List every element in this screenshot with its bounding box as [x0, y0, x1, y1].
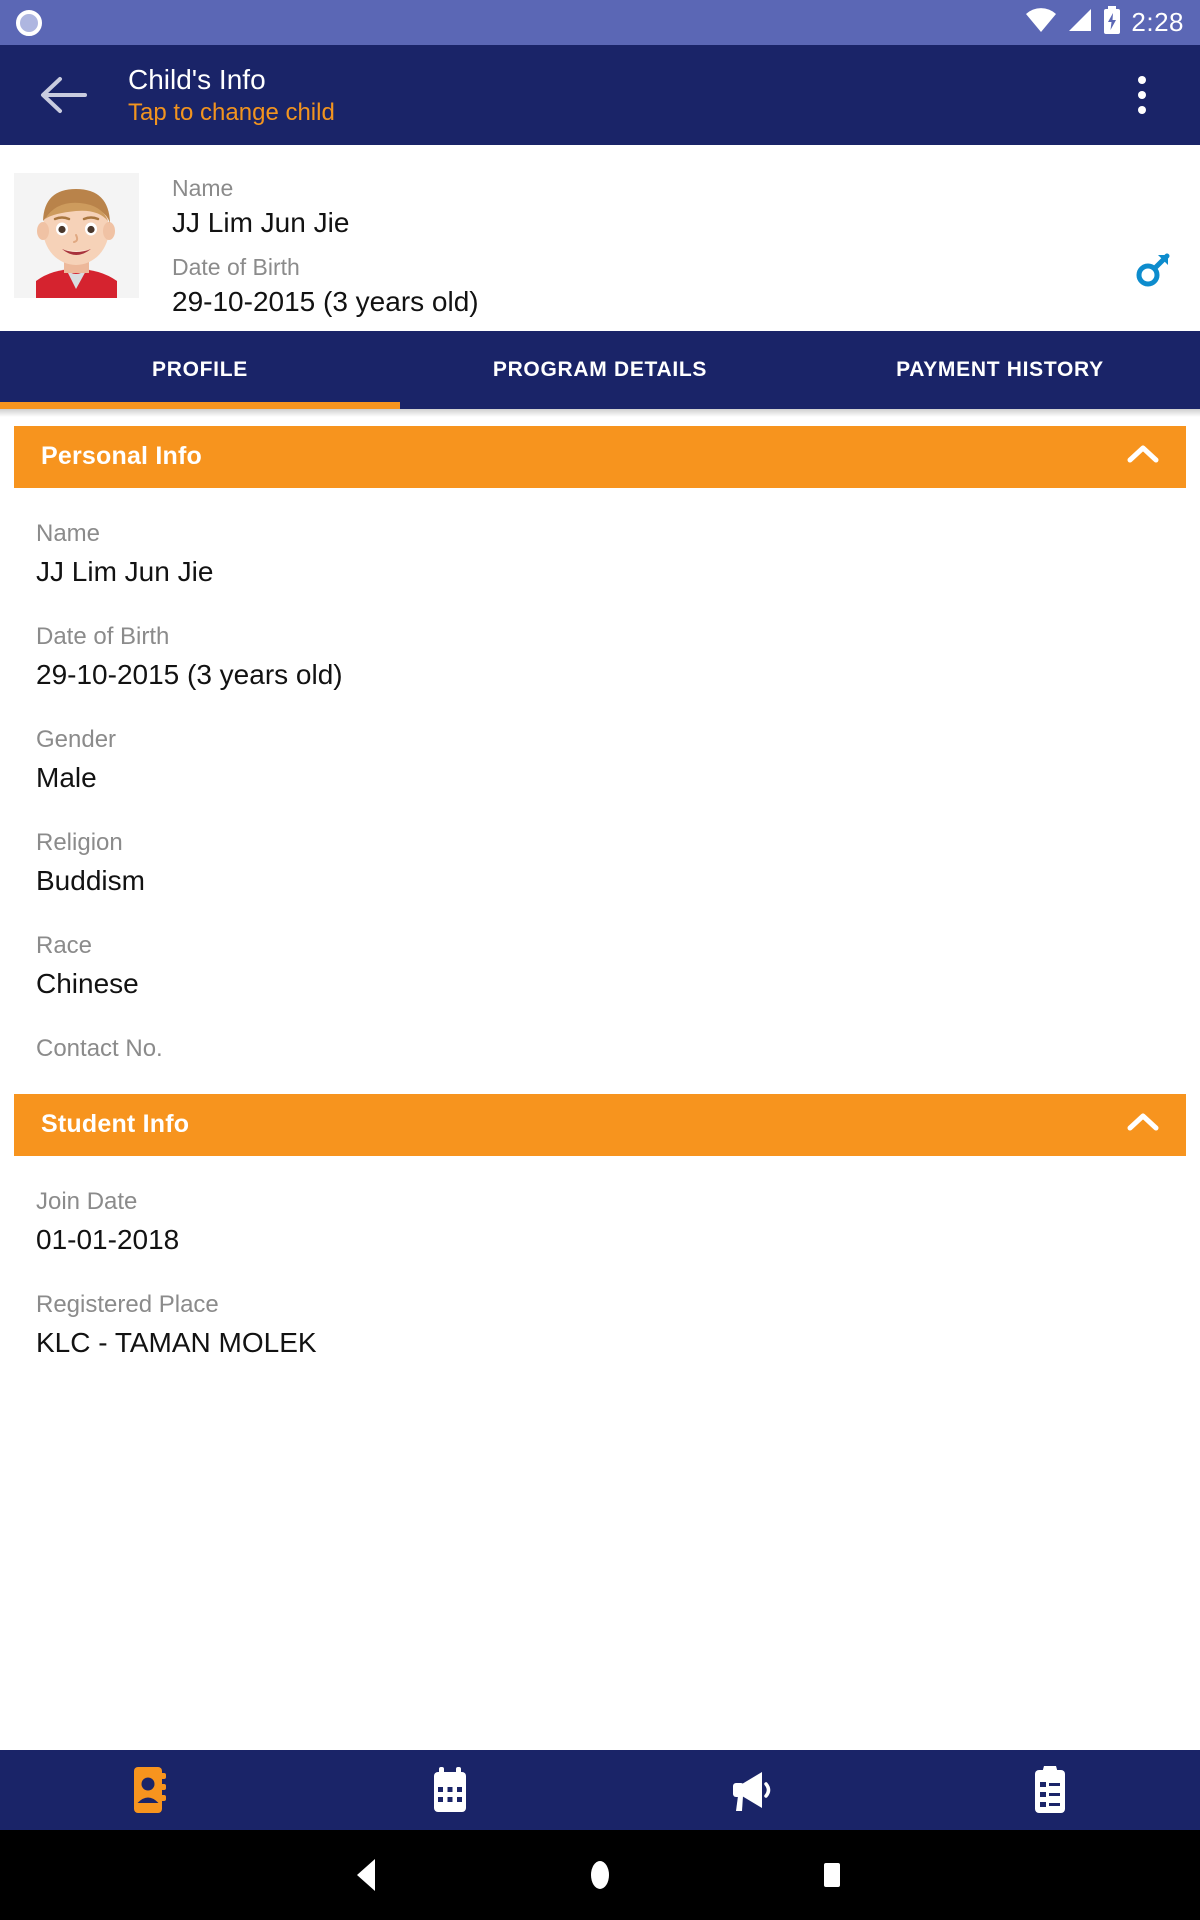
megaphone-icon — [733, 1772, 771, 1811]
field-label: Registered Place — [36, 1290, 219, 1318]
battery-charging-icon — [1103, 6, 1121, 39]
app-bar: Child's Info Tap to change child — [0, 45, 1200, 145]
tab-profile[interactable]: PROFILE — [0, 331, 400, 409]
bottom-nav-item-calendar[interactable] — [300, 1750, 600, 1830]
clipboard-icon — [1035, 1766, 1065, 1813]
android-recents-button[interactable] — [802, 1845, 862, 1905]
tab-bar: PROFILE PROGRAM DETAILS PAYMENT HISTORY — [0, 330, 1200, 409]
cell-signal-icon — [1067, 7, 1093, 38]
field-date-of-birth: Date of Birth 29-10-2015 (3 years old) — [36, 621, 1200, 694]
section-header-personal-info[interactable]: Personal Info — [14, 425, 1186, 488]
field-label: Religion — [36, 828, 123, 856]
field-value: 29-10-2015 (3 years old) — [36, 658, 343, 690]
android-system-nav-bar — [0, 1830, 1200, 1920]
child-summary-card[interactable]: Name JJ Lim Jun Jie Date of Birth 29-10-… — [0, 145, 1200, 331]
field-label: Date of Birth — [36, 622, 170, 650]
tab-program-details[interactable]: PROGRAM DETAILS — [400, 331, 800, 409]
circle-notification-icon — [16, 9, 42, 36]
field-contact-no: Contact No. — [36, 1033, 1200, 1064]
field-value: Buddism — [36, 864, 145, 896]
field-religion: Religion Buddism — [36, 827, 1200, 900]
status-bar: 2:28 — [0, 0, 1200, 45]
overflow-menu-button[interactable] — [1114, 60, 1170, 130]
android-back-icon — [357, 1859, 375, 1891]
personal-info-fields: Name JJ Lim Jun Jie Date of Birth 29-10-… — [0, 488, 1200, 1064]
section-title: Student Info — [41, 1110, 190, 1139]
chevron-up-icon[interactable] — [1126, 1111, 1160, 1138]
status-bar-clock: 2:28 — [1131, 7, 1184, 37]
wifi-icon — [1025, 7, 1057, 38]
chevron-up-icon[interactable] — [1126, 443, 1160, 470]
field-registered-place: Registered Place KLC - TAMAN MOLEK — [36, 1289, 1200, 1362]
status-bar-left — [16, 9, 42, 36]
child-photo-illustration — [14, 173, 139, 298]
page-title: Child's Info — [128, 63, 266, 95]
tab-bar-shadow — [0, 408, 1200, 417]
field-value: 01-01-2018 — [36, 1223, 180, 1255]
field-value: JJ Lim Jun Jie — [36, 555, 214, 587]
android-back-button[interactable] — [338, 1845, 398, 1905]
status-bar-right: 2:28 — [1025, 6, 1184, 39]
more-vertical-icon — [1138, 106, 1146, 114]
android-home-icon — [591, 1861, 609, 1889]
change-child-link[interactable]: Tap to change child — [128, 100, 335, 125]
avatar — [14, 173, 139, 298]
contact-book-icon — [134, 1767, 166, 1813]
bottom-nav-item-children[interactable] — [0, 1750, 300, 1830]
bottom-navigation-bar — [0, 1750, 1200, 1830]
field-name: Name JJ Lim Jun Jie — [36, 518, 1200, 591]
calendar-icon — [434, 1767, 466, 1812]
summary-name-label: Name — [172, 175, 234, 201]
app-screen: 2:28 Child's Info Tap to change child Na… — [0, 0, 1200, 1920]
field-gender: Gender Male — [36, 724, 1200, 797]
profile-content: Personal Info Name JJ Lim Jun Jie Date o… — [0, 416, 1200, 1750]
field-value: Chinese — [36, 967, 139, 999]
android-recents-icon — [824, 1863, 840, 1887]
section-title: Personal Info — [41, 442, 202, 471]
section-header-student-info[interactable]: Student Info — [14, 1093, 1186, 1156]
tab-selected-indicator — [0, 401, 400, 409]
child-summary-fields: Name JJ Lim Jun Jie Date of Birth 29-10-… — [172, 173, 479, 331]
tab-payment-history[interactable]: PAYMENT HISTORY — [800, 331, 1200, 409]
male-gender-icon — [1134, 250, 1172, 293]
summary-dob-label: Date of Birth — [172, 253, 300, 280]
field-label: Name — [36, 519, 101, 547]
android-home-button[interactable] — [570, 1845, 630, 1905]
field-join-date: Join Date 01-01-2018 — [36, 1186, 1200, 1259]
field-label: Gender — [36, 725, 117, 753]
student-info-fields: Join Date 01-01-2018 Registered Place KL… — [0, 1156, 1200, 1362]
arrow-left-icon — [41, 77, 87, 113]
field-race: Race Chinese — [36, 930, 1200, 1003]
back-button[interactable] — [34, 64, 96, 126]
more-vertical-icon — [1138, 76, 1146, 84]
summary-dob-value: 29-10-2015 (3 years old) — [172, 285, 479, 317]
bottom-nav-item-reports[interactable] — [900, 1750, 1200, 1830]
more-vertical-icon — [1138, 91, 1146, 99]
field-value: KLC - TAMAN MOLEK — [36, 1326, 317, 1358]
field-label: Join Date — [36, 1187, 138, 1215]
app-bar-title-group[interactable]: Child's Info Tap to change child — [128, 63, 335, 125]
summary-name-value: JJ Lim Jun Jie — [172, 207, 350, 239]
field-label: Race — [36, 931, 93, 959]
field-value: Male — [36, 761, 97, 793]
bottom-nav-item-announcements[interactable] — [600, 1750, 900, 1830]
field-label: Contact No. — [36, 1034, 163, 1062]
